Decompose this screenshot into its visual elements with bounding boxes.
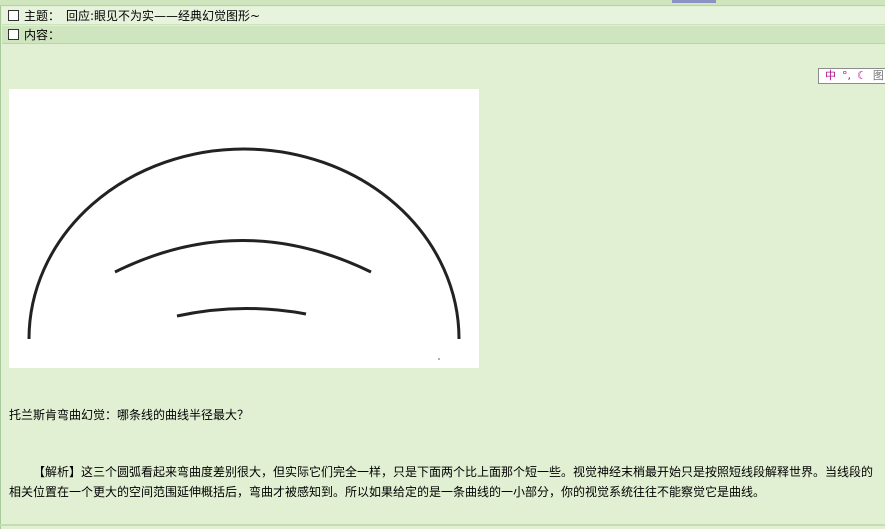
bottom-divider [0, 524, 885, 526]
subject-label: 主题： [24, 8, 61, 23]
inner-arc [176, 307, 307, 318]
middle-arc [114, 239, 372, 274]
content-checkbox-icon [8, 29, 19, 40]
content-row: 内容： [2, 26, 885, 44]
explanation-text: 【解析】这三个圆弧看起来弯曲度差别很大，但实际它们完全一样，只是下面两个比上面那… [9, 465, 874, 499]
content-label: 内容： [24, 27, 61, 42]
outer-arc [27, 147, 461, 340]
image-caption: 托兰斯肯弯曲幻觉：哪条线的曲线半径最大？ [9, 408, 250, 422]
illusion-image [9, 89, 479, 368]
chinese-mode-icon[interactable]: 中 [825, 69, 836, 83]
moon-icon[interactable]: ☾ [857, 69, 867, 83]
subject-checkbox-icon [8, 10, 19, 21]
punctuation-icon[interactable]: °, [842, 69, 851, 83]
speck-mark [438, 358, 440, 360]
subject-value: 回应:眼见不为实——经典幻觉图形~ [66, 8, 261, 23]
top-tab[interactable] [672, 0, 716, 3]
subject-row: 主题： 回应:眼见不为实——经典幻觉图形~ [2, 7, 885, 25]
ime-toolbar[interactable]: 中 °, ☾ 图 [818, 68, 885, 84]
top-strip [0, 0, 885, 6]
arcs-illustration [27, 147, 461, 360]
keyboard-icon[interactable]: 图 [873, 69, 884, 83]
